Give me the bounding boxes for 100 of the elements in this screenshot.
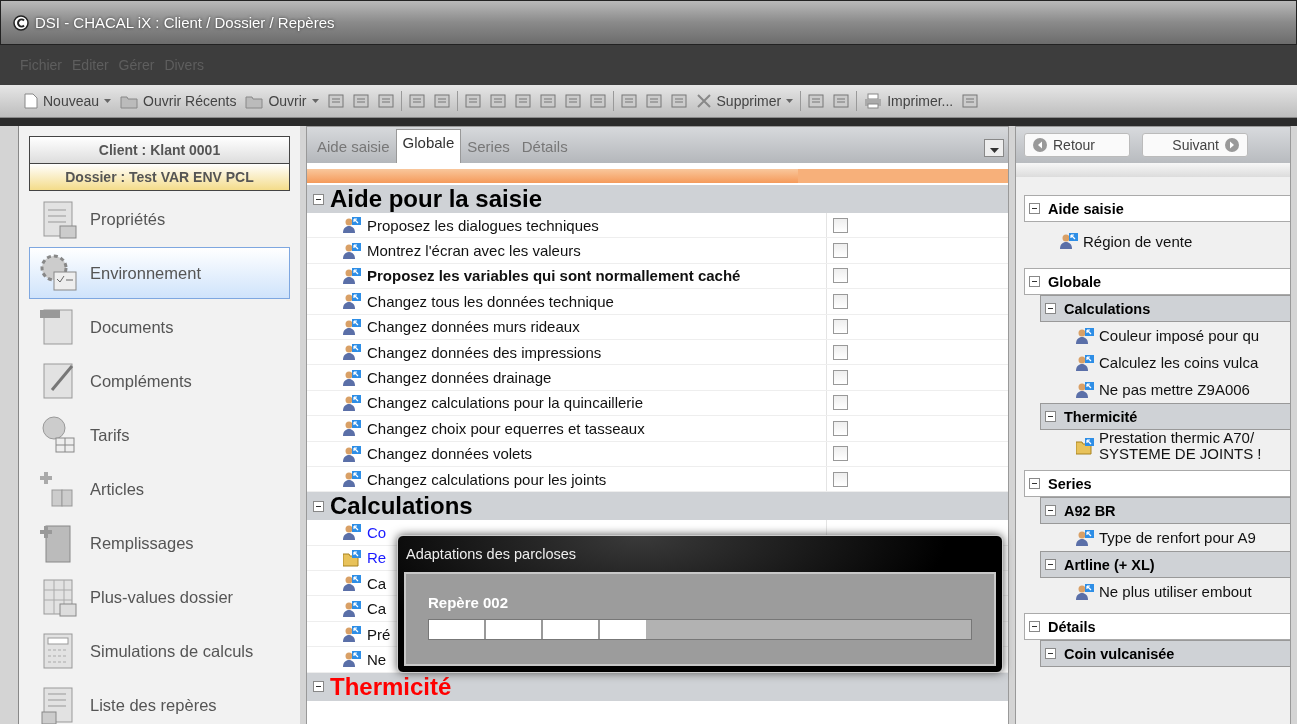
toolbar-icon-button[interactable] — [431, 93, 452, 109]
checkbox[interactable] — [833, 395, 848, 411]
tree-subgroup[interactable]: Calculations — [1040, 295, 1290, 322]
collapse-icon[interactable] — [1045, 559, 1056, 570]
checkbox[interactable] — [833, 420, 848, 436]
sidebar-item[interactable]: Tarifs — [29, 409, 290, 461]
caret-icon — [311, 99, 319, 103]
tree-item[interactable]: Calculez les coins vulca — [1099, 354, 1259, 371]
toolbar-icon-button[interactable] — [562, 93, 583, 109]
toolbar-icon-button[interactable] — [643, 93, 664, 109]
collapse-icon[interactable] — [1045, 648, 1056, 659]
link-text[interactable]: Re — [367, 549, 387, 567]
tree-group[interactable]: Détails — [1024, 613, 1290, 640]
collapse-icon[interactable] — [1045, 505, 1056, 516]
document-icon — [833, 93, 850, 109]
checkbox[interactable] — [833, 344, 848, 360]
toolbar-icon-button[interactable] — [350, 93, 371, 109]
user-icon — [343, 266, 361, 285]
tree-item[interactable]: Ne plus utiliser embout — [1099, 583, 1252, 600]
option-label: Changez données drainage — [367, 369, 552, 387]
tree-item[interactable]: Région de vente — [1083, 232, 1193, 250]
sidebar-item[interactable]: Propriétés — [29, 193, 290, 245]
user-icon — [343, 343, 361, 362]
checkbox[interactable] — [833, 370, 848, 386]
tree-item[interactable]: Type de renfort pour A9 — [1099, 529, 1256, 546]
sidebar-item[interactable]: Environnement — [29, 247, 290, 299]
toolbar-icon-button[interactable] — [537, 93, 558, 109]
sidebar-item[interactable]: Remplissages — [29, 517, 290, 569]
toolbar-button[interactable]: Ouvrir — [243, 93, 321, 109]
tree-item[interactable]: Prestation thermic A70/ SYSTEME DE JOINTS ! — [1099, 430, 1262, 462]
tab[interactable]: Globale — [395, 129, 462, 163]
collapse-icon[interactable] — [1045, 303, 1056, 314]
checkbox[interactable] — [833, 319, 848, 335]
dropdown-button[interactable] — [984, 139, 1004, 157]
tree-subgroup[interactable]: Thermicité — [1040, 403, 1290, 430]
link-text[interactable]: Co — [367, 524, 387, 541]
option-label: Ca — [367, 600, 387, 618]
toolbar-icon-button[interactable] — [960, 93, 981, 109]
document-icon — [645, 93, 662, 109]
checkbox[interactable] — [833, 446, 848, 462]
toolbar-icon-button[interactable] — [618, 93, 639, 109]
back-button[interactable]: Retour — [1024, 133, 1130, 157]
checkbox[interactable] — [833, 471, 848, 487]
toolbar-icon-button[interactable] — [831, 93, 852, 109]
checkbox[interactable] — [833, 293, 848, 309]
toolbar-icon-button[interactable] — [325, 93, 346, 109]
tree-group-label: Aide saisie — [1048, 200, 1124, 217]
sidebar-item[interactable]: Articles — [29, 463, 290, 515]
tree-subgroup[interactable]: Coin vulcanisée — [1040, 640, 1290, 667]
sidebar-item[interactable]: Documents — [29, 301, 290, 353]
collapse-icon[interactable] — [313, 500, 324, 512]
sidebar-item[interactable]: Liste des repères — [29, 679, 290, 724]
toolbar-button[interactable]: Ouvrir Récents — [118, 93, 239, 109]
collapse-icon[interactable] — [313, 681, 324, 693]
collapse-icon[interactable] — [1029, 478, 1040, 489]
tree-group[interactable]: Aide saisie — [1024, 195, 1290, 222]
collapse-icon[interactable] — [1029, 203, 1040, 214]
toolbar-button[interactable]: Supprimer — [693, 93, 796, 109]
user-icon — [1076, 353, 1094, 372]
tree-item[interactable]: Ne pas mettre Z9A006 — [1099, 381, 1250, 398]
toolbar-icon-button[interactable] — [462, 93, 483, 109]
printer-icon — [864, 93, 883, 109]
checkbox[interactable] — [833, 217, 848, 233]
toolbar-icon-button[interactable] — [375, 93, 396, 109]
next-button[interactable]: Suivant — [1142, 133, 1248, 157]
user-icon — [1076, 528, 1094, 547]
sidebar-item-label: Plus-values dossier — [90, 587, 234, 607]
collapse-icon[interactable] — [1029, 621, 1040, 632]
document-icon — [589, 93, 606, 109]
collapse-icon[interactable] — [313, 193, 324, 205]
sidebar-item[interactable]: Plus-values dossier — [29, 571, 290, 623]
folder-icon — [245, 93, 264, 109]
tree-subgroup-label: Coin vulcanisée — [1064, 645, 1175, 662]
tree-group[interactable]: Globale — [1024, 268, 1290, 295]
collapse-icon[interactable] — [1045, 411, 1056, 422]
folder-icon — [120, 93, 139, 109]
checkbox[interactable] — [833, 268, 848, 284]
sidebar-item[interactable]: Compléments — [29, 355, 290, 407]
toolbar-icon-button[interactable] — [806, 93, 827, 109]
option-label: Ca — [367, 574, 387, 592]
dossier-header: Dossier : Test VAR ENV PCL — [29, 164, 290, 191]
document-icon — [352, 93, 369, 109]
toolbar-button[interactable]: Imprimer... — [862, 93, 956, 109]
tree-subgroup[interactable]: Artline (+ XL) — [1040, 551, 1290, 578]
user-icon — [343, 444, 361, 463]
toolbar-icon-button[interactable] — [487, 93, 508, 109]
toolbar-icon-button[interactable] — [406, 93, 427, 109]
tree-item[interactable]: Couleur imposé pour qu — [1099, 327, 1260, 344]
user-icon — [343, 368, 361, 387]
tree-subgroup-label: A92 BR — [1064, 502, 1116, 519]
collapse-icon[interactable] — [1029, 276, 1040, 287]
tree-group[interactable]: Series — [1024, 470, 1290, 497]
tree-subgroup[interactable]: A92 BR — [1040, 497, 1290, 524]
toolbar-icon-button[interactable] — [668, 93, 689, 109]
sidebar-item[interactable]: Simulations de calculs — [29, 625, 290, 677]
toolbar-icon-button[interactable] — [512, 93, 533, 109]
folder-icon — [1076, 437, 1094, 455]
toolbar-icon-button[interactable] — [587, 93, 608, 109]
checkbox[interactable] — [833, 243, 848, 259]
toolbar-button[interactable]: Nouveau — [22, 93, 114, 109]
